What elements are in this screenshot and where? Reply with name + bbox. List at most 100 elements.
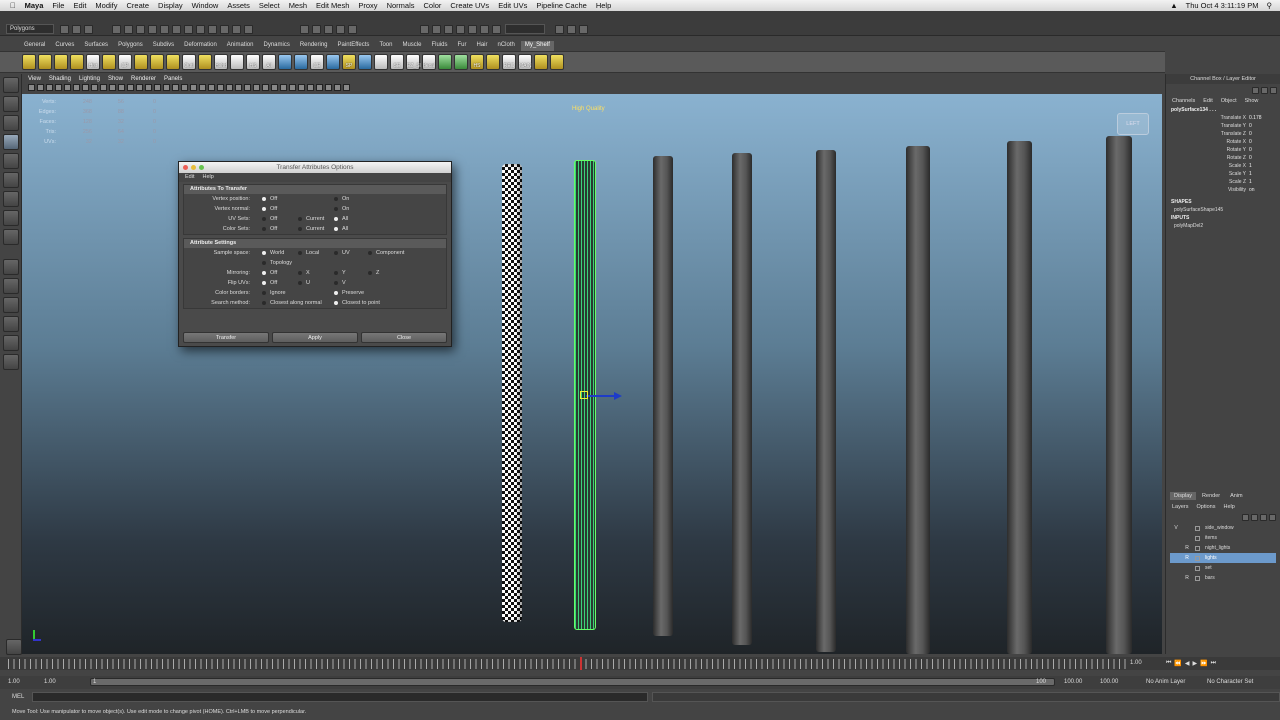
script-editor-icon[interactable]: [6, 639, 22, 655]
color-borders-preserve-radio[interactable]: Preserve: [334, 290, 364, 296]
spotlight-icon[interactable]: ⚲: [1267, 1, 1273, 10]
go-to-end-icon[interactable]: ⏭: [1211, 660, 1216, 667]
mask-joints-icon[interactable]: [160, 25, 169, 34]
flip-uvs-off-radio[interactable]: Off: [262, 280, 277, 286]
shelf-tool-icon[interactable]: HS: [470, 54, 484, 70]
viewport-tool-icon[interactable]: [334, 84, 341, 91]
select-component-icon[interactable]: [136, 25, 145, 34]
step-back-icon[interactable]: ◀: [1185, 660, 1190, 667]
show-manipulator-icon[interactable]: [3, 229, 19, 245]
dialog-menu-help[interactable]: Help: [202, 174, 213, 181]
viewport-tool-icon[interactable]: [136, 84, 143, 91]
close-window-icon[interactable]: [183, 165, 188, 170]
viewport-tool-icon[interactable]: [28, 84, 35, 91]
save-scene-icon[interactable]: [84, 25, 93, 34]
channel-box-menu-channels[interactable]: Channels: [1172, 98, 1195, 104]
move-manipulator-center-handle[interactable]: [580, 391, 588, 399]
vertex-position-on-radio[interactable]: On: [334, 196, 349, 202]
viewport-tool-icon[interactable]: [271, 84, 278, 91]
shelf-tool-icon[interactable]: [294, 54, 308, 70]
shelf-tool-icon[interactable]: [326, 54, 340, 70]
viewport-tool-icon[interactable]: [343, 84, 350, 91]
pole[interactable]: [816, 150, 836, 652]
animation-start-field[interactable]: 1.00: [8, 679, 20, 685]
channel-value[interactable]: 0: [1249, 146, 1277, 154]
viewport-tool-icon[interactable]: [208, 84, 215, 91]
mask-dynamics-icon[interactable]: [208, 25, 217, 34]
dialog-title-bar[interactable]: Transfer Attributes Options: [179, 162, 451, 173]
shelf-tab-painteffects[interactable]: PaintEffects: [334, 41, 374, 51]
uv-sets-current-radio[interactable]: Current: [298, 216, 324, 222]
close-button[interactable]: Close: [361, 332, 447, 343]
menu-assets[interactable]: Assets: [227, 1, 250, 10]
pole[interactable]: [653, 156, 673, 636]
channel-row[interactable]: Rotate Y0: [1166, 146, 1280, 154]
layer-color-swatch[interactable]: [1195, 555, 1200, 561]
viewport-menu-show[interactable]: Show: [108, 76, 123, 82]
mirroring-z-radio[interactable]: Z: [368, 270, 379, 276]
shelf-tool-icon[interactable]: [278, 54, 292, 70]
channel-row[interactable]: Rotate X0: [1166, 138, 1280, 146]
viewport-tool-icon[interactable]: [226, 84, 233, 91]
color-sets-off-radio[interactable]: Off: [262, 226, 277, 232]
shelf-tool-icon[interactable]: REC: [502, 54, 516, 70]
shape-node[interactable]: polySurfaceShape145: [1166, 206, 1280, 214]
snap-curve-icon[interactable]: [312, 25, 321, 34]
layer-row[interactable]: set: [1170, 563, 1276, 573]
construction-history-icon[interactable]: [444, 25, 453, 34]
layer-row[interactable]: Rbars: [1170, 573, 1276, 583]
new-scene-icon[interactable]: [60, 25, 69, 34]
wifi-icon[interactable]: ▲: [1170, 1, 1177, 10]
shelf-tool-icon[interactable]: CP: [118, 54, 132, 70]
shelf-tab-general[interactable]: General: [20, 41, 49, 51]
viewport-tool-icon[interactable]: [289, 84, 296, 91]
shelf-tab-my-shelf[interactable]: My_Shelf: [520, 41, 554, 51]
mask-curves-icon[interactable]: [172, 25, 181, 34]
layer-row[interactable]: Vside_window: [1170, 523, 1276, 533]
viewport-menu-view[interactable]: View: [28, 76, 41, 82]
shelf-tool-icon[interactable]: Hist: [86, 54, 100, 70]
shelf-tool-icon[interactable]: SP: [342, 54, 356, 70]
rotate-tool-icon[interactable]: [3, 153, 19, 169]
color-sets-all-radio[interactable]: All: [334, 226, 348, 232]
shelf-tool-icon[interactable]: [358, 54, 372, 70]
shelf-tool-icon[interactable]: [150, 54, 164, 70]
menu-help[interactable]: Help: [596, 1, 611, 10]
mirroring-off-radio[interactable]: Off: [262, 270, 277, 276]
viewport-tool-icon[interactable]: [172, 84, 179, 91]
shelf-tool-icon[interactable]: Hshd: [214, 54, 228, 70]
viewport-menu-lighting[interactable]: Lighting: [79, 76, 100, 82]
step-forward-icon[interactable]: ⏩: [1200, 660, 1207, 667]
layer-display-type-toggle[interactable]: R: [1182, 545, 1192, 551]
menu-edit[interactable]: Edit: [73, 1, 86, 10]
current-time-marker[interactable]: [580, 657, 582, 670]
channel-value[interactable]: 0.178: [1249, 114, 1277, 122]
mel-label[interactable]: MEL: [12, 694, 24, 700]
menu-mesh[interactable]: Mesh: [289, 1, 307, 10]
layer-menu-options[interactable]: Options: [1197, 504, 1216, 510]
layer-visibility-toggle[interactable]: V: [1170, 525, 1182, 531]
lock-icon[interactable]: [244, 25, 253, 34]
viewport-tool-icon[interactable]: [127, 84, 134, 91]
menu-normals[interactable]: Normals: [387, 1, 415, 10]
channel-row[interactable]: Visibility on: [1166, 186, 1280, 194]
persp-outliner-layout-icon[interactable]: [3, 297, 19, 313]
viewport-tool-icon[interactable]: [244, 84, 251, 91]
shelf-tool-icon[interactable]: SE: [390, 54, 404, 70]
shelf-tool-icon[interactable]: [230, 54, 244, 70]
viewport-tool-icon[interactable]: [199, 84, 206, 91]
channel-value[interactable]: 1: [1249, 170, 1277, 178]
menu-create-uvs[interactable]: Create UVs: [450, 1, 489, 10]
apple-icon[interactable]: : [10, 1, 16, 10]
channel-row[interactable]: Scale Z1: [1166, 178, 1280, 186]
viewport-tool-icon[interactable]: [109, 84, 116, 91]
menu-color[interactable]: Color: [423, 1, 441, 10]
shelf-tab-fur[interactable]: Fur: [453, 41, 470, 51]
layer-display-type-toggle[interactable]: R: [1182, 575, 1192, 581]
sample-space-component-radio[interactable]: Component: [368, 250, 404, 256]
viewport-tool-icon[interactable]: [64, 84, 71, 91]
step-back-key-icon[interactable]: ⏪: [1174, 660, 1181, 667]
mask-surfaces-icon[interactable]: [184, 25, 193, 34]
input-ops-icon[interactable]: [420, 25, 429, 34]
current-frame-field[interactable]: 1.00: [1130, 660, 1142, 666]
